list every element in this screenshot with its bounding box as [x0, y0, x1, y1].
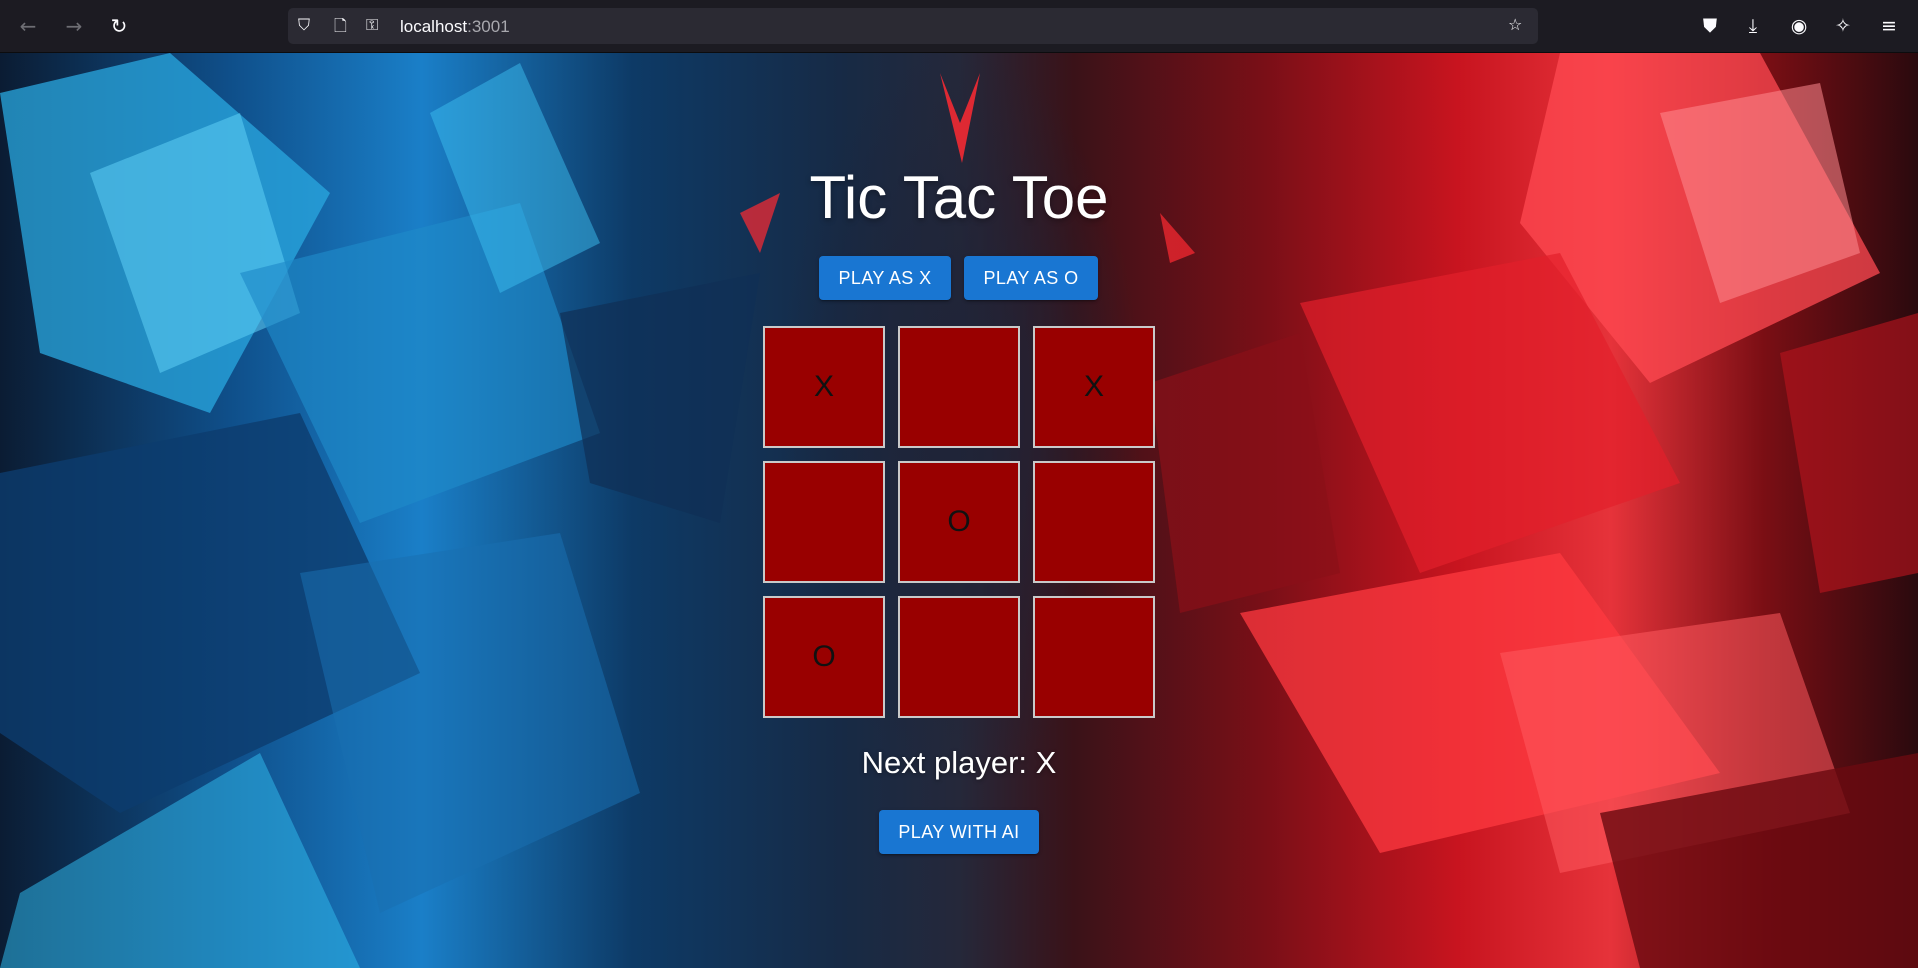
download-icon[interactable]: ⤓	[1738, 12, 1768, 40]
forward-arrow-icon[interactable]: →	[58, 12, 90, 40]
reload-icon[interactable]: ↻	[103, 12, 135, 40]
page-icon[interactable]: 🗋	[334, 15, 347, 42]
board-cell-5[interactable]	[1033, 461, 1155, 583]
account-icon[interactable]: ◉	[1784, 12, 1814, 40]
board-cell-1[interactable]	[898, 326, 1020, 448]
page-title: Tic Tac Toe	[809, 164, 1109, 231]
bookmark-star-icon[interactable]: ☆	[1508, 15, 1522, 34]
play-as-o-button[interactable]: PLAY AS O	[964, 256, 1098, 300]
tic-tac-toe-app: Tic Tac Toe PLAY AS X PLAY AS O X X O O …	[0, 53, 1918, 968]
menu-icon[interactable]: ≡	[1874, 12, 1904, 40]
next-player-status: Next player: X	[861, 745, 1057, 780]
board-cell-8[interactable]	[1033, 596, 1155, 718]
board-cell-6[interactable]: O	[763, 596, 885, 718]
back-arrow-icon[interactable]: ←	[12, 12, 44, 40]
extensions-icon[interactable]: ✧	[1828, 12, 1858, 40]
board-cell-4[interactable]: O	[898, 461, 1020, 583]
board-cell-7[interactable]	[898, 596, 1020, 718]
board-cell-3[interactable]	[763, 461, 885, 583]
pocket-icon[interactable]: ⛊	[1695, 12, 1725, 40]
board-cell-0[interactable]: X	[763, 326, 885, 448]
board-cell-2[interactable]: X	[1033, 326, 1155, 448]
browser-toolbar: ← → ↻ ⛉ 🗋 ⚿ localhost:3001 ☆ ⛊ ⤓ ◉ ✧ ≡	[0, 0, 1918, 53]
permissions-icon[interactable]: ⚿	[366, 15, 378, 35]
play-with-ai-button[interactable]: PLAY WITH AI	[879, 810, 1039, 854]
play-as-x-button[interactable]: PLAY AS X	[819, 256, 951, 300]
shield-icon[interactable]: ⛉	[298, 15, 310, 35]
url-text[interactable]: localhost:3001	[400, 17, 510, 37]
address-bar[interactable]: ⛉ 🗋 ⚿ localhost:3001 ☆	[288, 8, 1538, 44]
